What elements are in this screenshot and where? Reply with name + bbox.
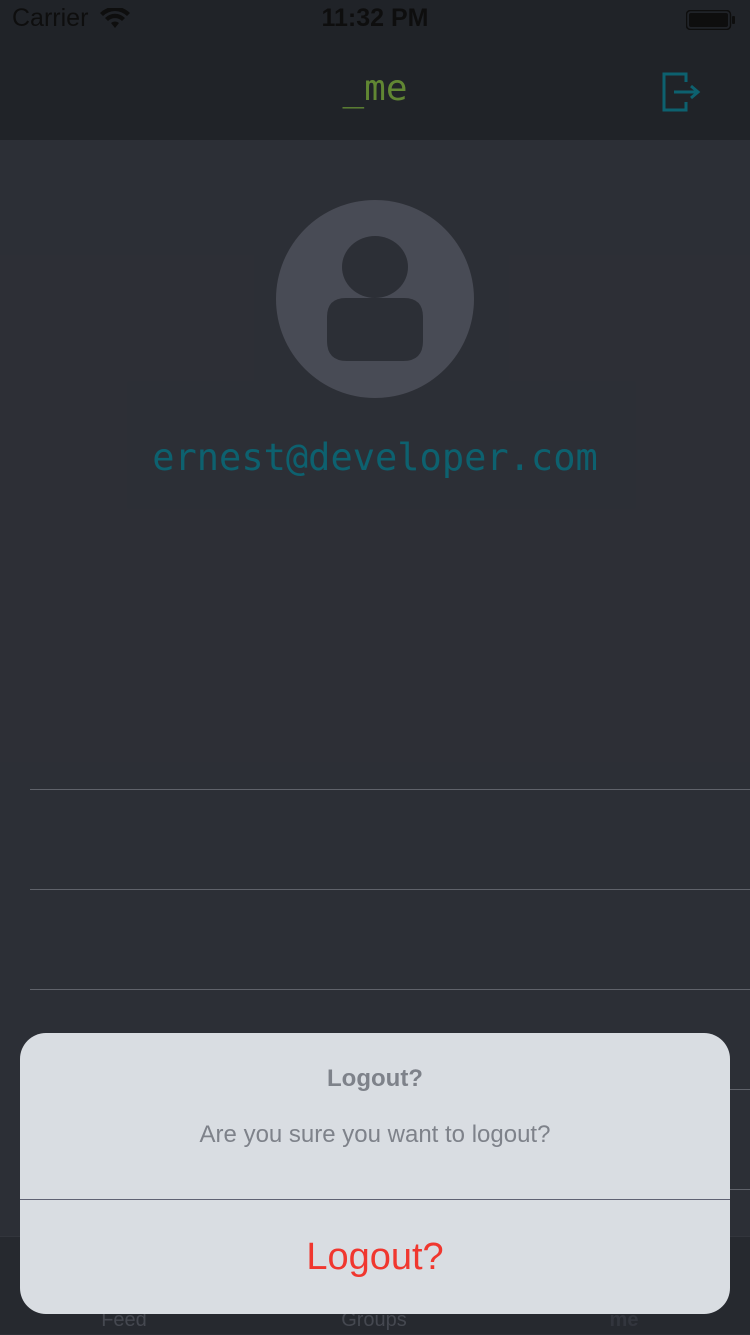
dialog-title: Logout? bbox=[327, 1065, 423, 1092]
dialog-message: Are you sure you want to logout? bbox=[199, 1121, 551, 1148]
confirm-logout-button[interactable]: Logout? bbox=[20, 1200, 730, 1314]
logout-dialog: Logout? Are you sure you want to logout?… bbox=[20, 1033, 730, 1314]
